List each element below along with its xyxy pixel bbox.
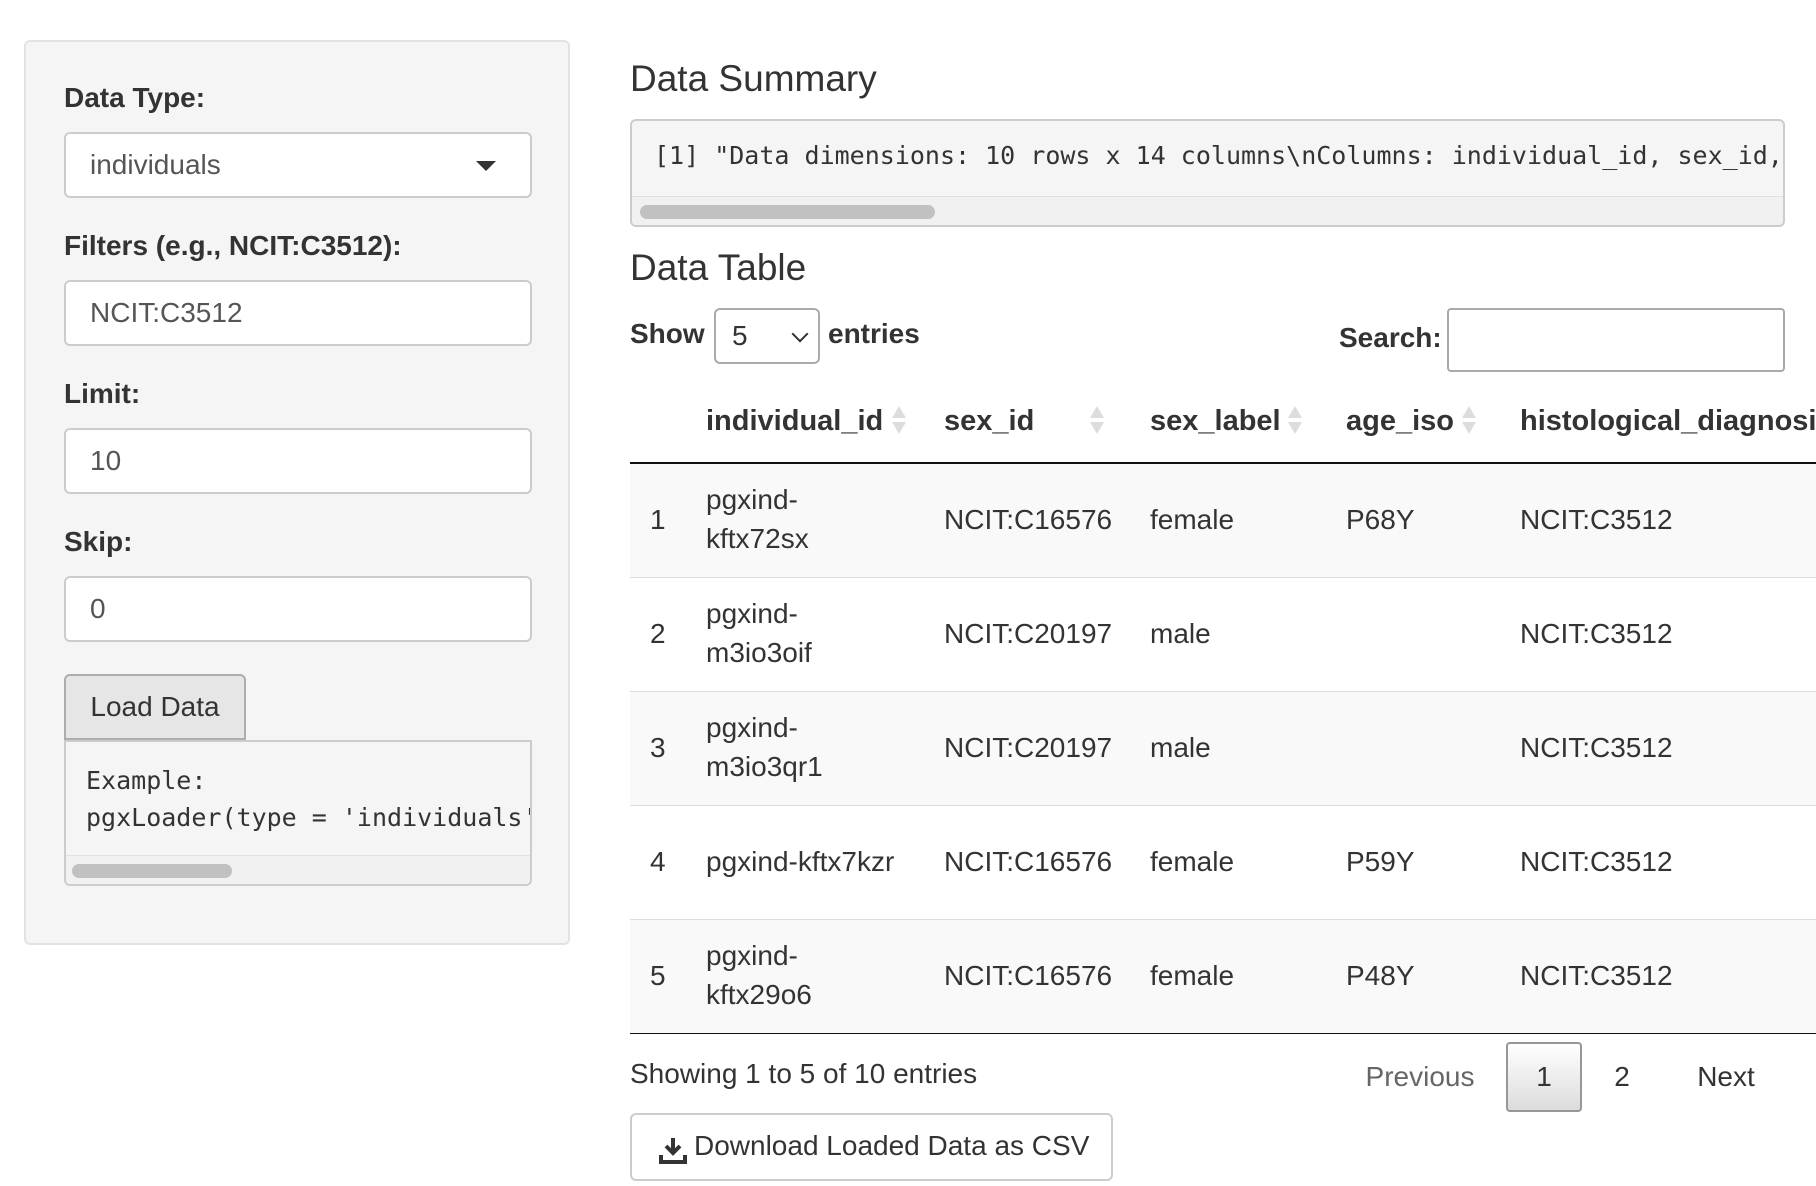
- cell-sex-label: female: [1150, 960, 1235, 991]
- example-code-text: Example: pgxLoader(type = 'individuals': [86, 766, 532, 832]
- cell-individual-id: pgxind- m3io3qr1: [706, 708, 823, 786]
- data-type-label: Data Type:: [64, 82, 206, 113]
- search-label: Search:: [1339, 322, 1442, 353]
- limit-input[interactable]: 10: [64, 428, 532, 494]
- example-scrollbar-thumb[interactable]: [72, 864, 232, 878]
- cell-individual-id-line: pgxind-: [706, 484, 798, 515]
- row-number: 5: [650, 960, 666, 991]
- filters-label: Filters (e.g., NCIT:C3512):: [64, 230, 402, 261]
- cell-histological-diagnosis: NCIT:C3512: [1520, 732, 1673, 763]
- cell-histological-diagnosis: NCIT:C3512: [1520, 618, 1673, 649]
- load-data-button[interactable]: Load Data: [64, 674, 246, 740]
- cell-individual-id-line: m3io3oif: [706, 637, 812, 668]
- table-row[interactable]: 1 pgxind- kftx72sx NCIT:C16576 female P6…: [630, 464, 1816, 578]
- filters-input[interactable]: NCIT:C3512: [64, 280, 532, 346]
- filters-value: NCIT:C3512: [90, 297, 243, 328]
- table-row[interactable]: 5 pgxind- kftx29o6 NCIT:C16576 female P4…: [630, 920, 1816, 1034]
- table-row[interactable]: 3 pgxind- m3io3qr1 NCIT:C20197 male NCIT…: [630, 692, 1816, 806]
- cell-individual-id-line: kftx72sx: [706, 523, 809, 554]
- page-length-value: 5: [732, 320, 748, 351]
- pagination-page-2[interactable]: 2: [1584, 1042, 1660, 1112]
- table-row[interactable]: 4 pgxind-kftx7kzr NCIT:C16576 female P59…: [630, 806, 1816, 920]
- cell-sex-label: female: [1150, 504, 1235, 535]
- length-entries-label: entries: [828, 318, 920, 349]
- skip-value: 0: [90, 593, 106, 624]
- cell-age-iso: P68Y: [1346, 504, 1415, 535]
- sidebar-panel: Data Type: individuals Filters (e.g., NC…: [24, 40, 570, 945]
- row-number: 4: [650, 846, 666, 877]
- pagination-next[interactable]: Next: [1674, 1042, 1778, 1112]
- table-title: Data Table: [630, 247, 807, 288]
- summary-output-text: [1] "Data dimensions: 10 rows x 14 colum…: [654, 141, 1783, 170]
- summary-scrollbar[interactable]: [632, 196, 1783, 225]
- example-code-box: Example: pgxLoader(type = 'individuals': [64, 740, 532, 886]
- cell-sex-id: NCIT:C16576: [944, 504, 1113, 535]
- cell-sex-label: female: [1150, 846, 1235, 877]
- app-root: Data Type: individuals Filters (e.g., NC…: [0, 0, 1816, 1186]
- table-header: individual_id sex_id sex_label age_iso h…: [630, 378, 1816, 464]
- limit-label: Limit:: [64, 378, 141, 409]
- length-show-label: Show: [630, 318, 705, 349]
- skip-input[interactable]: 0: [64, 576, 532, 642]
- pagination-previous[interactable]: Previous: [1350, 1042, 1490, 1112]
- cell-histological-diagnosis: NCIT:C3512: [1520, 960, 1673, 991]
- column-header-sex-id[interactable]: sex_id: [944, 405, 1034, 438]
- column-header-histological-diagnosis[interactable]: histological_diagnosis: [1520, 405, 1816, 438]
- row-number: 1: [650, 504, 666, 535]
- download-csv-label: Download Loaded Data as CSV: [694, 1130, 1090, 1161]
- row-number: 3: [650, 732, 666, 763]
- cell-histological-diagnosis: NCIT:C3512: [1520, 846, 1673, 877]
- data-type-select[interactable]: individuals: [64, 132, 532, 198]
- table-row[interactable]: 2 pgxind- m3io3oif NCIT:C20197 male NCIT…: [630, 578, 1816, 692]
- cell-individual-id: pgxind-kftx7kzr: [706, 846, 895, 877]
- cell-individual-id: pgxind- kftx29o6: [706, 936, 812, 1014]
- sort-icon[interactable]: [1288, 404, 1302, 438]
- data-type-value: individuals: [90, 149, 221, 180]
- download-csv-button[interactable]: Download Loaded Data as CSV: [630, 1113, 1113, 1181]
- summary-output-box: [1] "Data dimensions: 10 rows x 14 colum…: [630, 119, 1785, 227]
- page-length-select[interactable]: 5: [714, 308, 820, 364]
- summary-scrollbar-thumb[interactable]: [640, 205, 935, 219]
- cell-age-iso: P48Y: [1346, 960, 1415, 991]
- sort-icon[interactable]: [1462, 404, 1476, 438]
- cell-sex-id: NCIT:C20197: [944, 732, 1113, 763]
- cell-sex-id: NCIT:C20197: [944, 618, 1113, 649]
- cell-individual-id: pgxind- kftx72sx: [706, 480, 809, 558]
- cell-individual-id-line: pgxind-: [706, 940, 798, 971]
- cell-individual-id: pgxind- m3io3oif: [706, 594, 812, 672]
- cell-age-iso: P59Y: [1346, 846, 1415, 877]
- summary-title: Data Summary: [630, 58, 877, 99]
- cell-individual-id-line: m3io3qr1: [706, 751, 823, 782]
- caret-down-icon: [476, 161, 496, 171]
- data-table: individual_id sex_id sex_label age_iso h…: [630, 378, 1816, 1034]
- cell-sex-label: male: [1150, 732, 1211, 763]
- column-header-sex-label[interactable]: sex_label: [1150, 405, 1281, 438]
- row-number: 2: [650, 618, 666, 649]
- cell-sex-id: NCIT:C16576: [944, 960, 1113, 991]
- cell-sex-id: NCIT:C16576: [944, 846, 1113, 877]
- example-scrollbar[interactable]: [66, 855, 530, 884]
- cell-sex-label: male: [1150, 618, 1211, 649]
- limit-value: 10: [90, 445, 122, 476]
- cell-histological-diagnosis: NCIT:C3512: [1520, 504, 1673, 535]
- sort-icon[interactable]: [892, 404, 906, 438]
- pagination-page-1[interactable]: 1: [1506, 1042, 1582, 1112]
- search-input[interactable]: [1447, 308, 1785, 372]
- table-info: Showing 1 to 5 of 10 entries: [630, 1058, 978, 1089]
- sort-icon[interactable]: [1090, 404, 1104, 438]
- download-icon: [658, 1135, 688, 1165]
- cell-individual-id-line: pgxind-: [706, 598, 798, 629]
- cell-individual-id-line: pgxind-: [706, 712, 798, 743]
- column-header-age-iso[interactable]: age_iso: [1346, 405, 1454, 438]
- chevron-down-icon: [791, 325, 809, 343]
- cell-individual-id-line: kftx29o6: [706, 979, 812, 1010]
- column-header-individual-id[interactable]: individual_id: [706, 405, 883, 438]
- skip-label: Skip:: [64, 526, 133, 557]
